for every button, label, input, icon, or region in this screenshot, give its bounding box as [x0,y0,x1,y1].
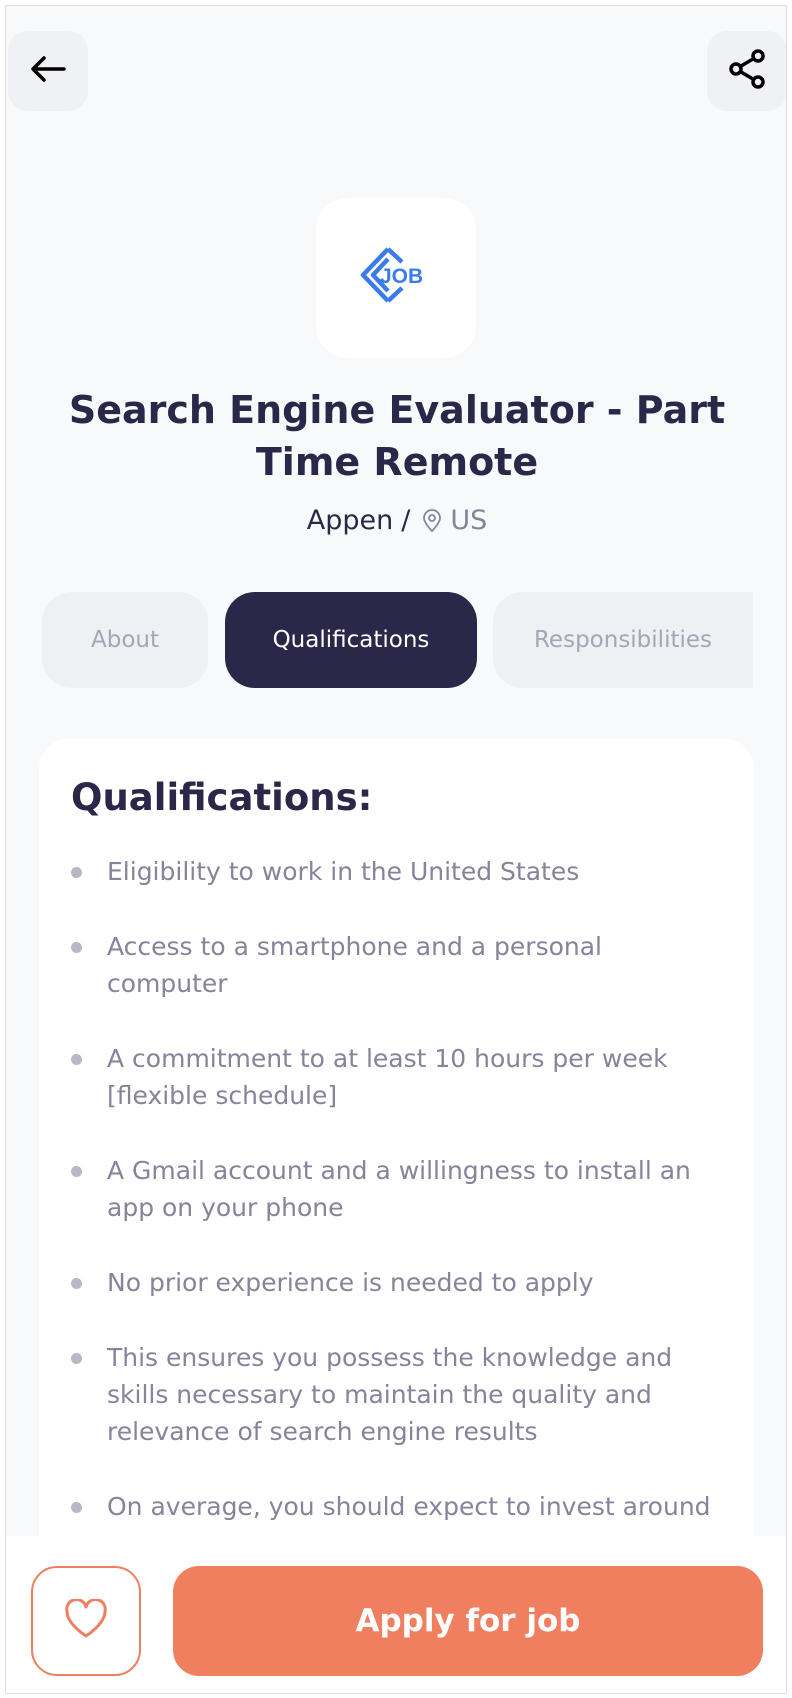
qualifications-list: Eligibility to work in the United States… [71,853,720,1525]
location-text: US [450,505,488,536]
tab-responsibilities[interactable]: Responsibilities [493,592,753,688]
job-detail-screen: JOB Search Engine Evaluator - Part Time … [5,5,787,1694]
company-name: Appen [306,505,394,536]
bullet-icon [71,942,82,953]
bullet-icon [71,1054,82,1065]
tab-about[interactable]: About [42,592,208,688]
job-title: Search Engine Evaluator - Part Time Remo… [68,388,726,484]
list-item: A commitment to at least 10 hours per we… [71,1040,720,1114]
map-pin-icon [422,509,442,533]
company-location-row: Appen / US [6,501,786,541]
heart-icon [64,1597,108,1643]
share-icon [727,48,767,94]
share-button[interactable] [707,31,786,111]
apply-button[interactable]: Apply for job [173,1566,763,1676]
list-item: Access to a smartphone and a personal co… [71,928,720,1002]
bullet-icon [71,1353,82,1364]
list-item: This ensures you possess the knowledge a… [71,1339,720,1450]
bottom-action-bar: Apply for job [6,1536,786,1693]
bullet-icon [71,1278,82,1289]
bullet-icon [71,1502,82,1513]
list-item: A Gmail account and a willingness to ins… [71,1152,720,1226]
separator: / [401,505,411,536]
arrow-left-icon [30,55,66,87]
job-logo-icon: JOB [358,245,434,311]
list-item: On average, you should expect to invest … [71,1488,720,1525]
section-title: Qualifications: [71,776,373,819]
tab-bar: About Qualifications Responsibilities [6,592,786,688]
company-logo: JOB [316,198,476,358]
bullet-icon [71,867,82,878]
list-item: No prior experience is needed to apply [71,1264,720,1301]
logo-text: JOB [380,265,423,288]
back-button[interactable] [8,31,88,111]
tab-qualifications[interactable]: Qualifications [225,592,477,688]
list-item: Eligibility to work in the United States [71,853,720,890]
bullet-icon [71,1166,82,1177]
favorite-button[interactable] [31,1566,141,1676]
